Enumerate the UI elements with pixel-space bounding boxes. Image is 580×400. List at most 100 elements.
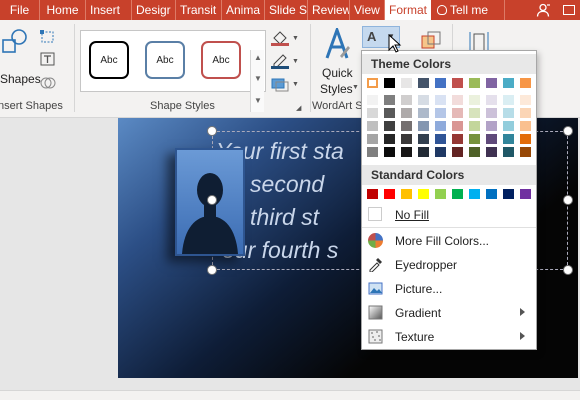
resize-handle[interactable] <box>563 126 573 136</box>
shape-outline-icon[interactable] <box>271 53 289 69</box>
theme-shade-swatch[interactable] <box>503 121 514 131</box>
theme-shade-swatch[interactable] <box>418 108 429 118</box>
shapes-button[interactable]: Shapes <box>0 26 41 104</box>
tab-animations[interactable]: Anima <box>222 0 265 20</box>
theme-shade-swatch[interactable] <box>469 95 480 105</box>
fill-dropdown-icon[interactable]: ▼ <box>292 35 299 42</box>
theme-shade-swatch[interactable] <box>418 147 429 157</box>
shape-styles-launcher-icon[interactable]: ◢ <box>296 104 301 112</box>
theme-shade-swatch[interactable] <box>503 147 514 157</box>
theme-shade-swatch[interactable] <box>469 121 480 131</box>
resize-handle[interactable] <box>563 265 573 275</box>
resize-handle[interactable] <box>207 265 217 275</box>
tab-review[interactable]: Review <box>308 0 350 20</box>
theme-shade-swatch[interactable] <box>486 134 497 144</box>
theme-shade-swatch[interactable] <box>367 121 378 131</box>
slide-text-line-3[interactable]: r third st <box>236 204 319 231</box>
theme-shade-swatch[interactable] <box>452 147 463 157</box>
theme-color-swatch[interactable] <box>520 78 531 88</box>
slide-text-line-2[interactable]: r second <box>236 171 324 198</box>
theme-shade-swatch[interactable] <box>520 147 531 157</box>
tab-view[interactable]: View <box>350 0 385 20</box>
theme-shade-swatch[interactable] <box>384 121 395 131</box>
theme-shade-swatch[interactable] <box>418 134 429 144</box>
theme-shade-swatch[interactable] <box>452 121 463 131</box>
no-fill-item[interactable]: No Fill <box>362 203 536 227</box>
theme-shade-swatch[interactable] <box>486 121 497 131</box>
theme-shade-swatch[interactable] <box>520 134 531 144</box>
theme-shade-swatch[interactable] <box>435 134 446 144</box>
tab-format[interactable]: Format <box>385 0 431 20</box>
tab-transitions[interactable]: Transit <box>176 0 222 20</box>
theme-shade-swatch[interactable] <box>452 108 463 118</box>
theme-color-swatch[interactable] <box>384 78 395 88</box>
theme-color-swatch[interactable] <box>401 78 412 88</box>
tab-design[interactable]: Desigr <box>132 0 176 20</box>
standard-color-swatch[interactable] <box>418 189 429 199</box>
shape-effects-icon[interactable] <box>271 76 289 92</box>
merge-shapes-icon[interactable] <box>40 76 56 90</box>
theme-shade-swatch[interactable] <box>401 95 412 105</box>
theme-shade-swatch[interactable] <box>486 147 497 157</box>
shape-styles-gallery[interactable]: Abc Abc Abc <box>80 30 266 92</box>
theme-shade-swatch[interactable] <box>384 108 395 118</box>
resize-handle[interactable] <box>207 126 217 136</box>
theme-shade-swatch[interactable] <box>435 121 446 131</box>
theme-shade-swatch[interactable] <box>503 108 514 118</box>
theme-shade-swatch[interactable] <box>401 108 412 118</box>
tab-file[interactable]: File <box>0 0 40 20</box>
tab-home[interactable]: Home <box>40 0 86 20</box>
effects-dropdown-icon[interactable]: ▼ <box>292 81 299 88</box>
gallery-more-icon[interactable]: ▼ <box>254 96 262 105</box>
standard-color-swatch[interactable] <box>520 189 531 199</box>
theme-shade-swatch[interactable] <box>520 95 531 105</box>
standard-color-swatch[interactable] <box>367 189 378 199</box>
quick-styles-dropdown-icon[interactable]: ▼ <box>352 84 359 91</box>
texture-item[interactable]: Texture <box>362 325 536 349</box>
standard-color-swatch[interactable] <box>401 189 412 199</box>
theme-shade-swatch[interactable] <box>486 108 497 118</box>
theme-shade-swatch[interactable] <box>401 121 412 131</box>
eyedropper-item[interactable]: Eyedropper <box>362 253 536 277</box>
theme-shade-swatch[interactable] <box>452 134 463 144</box>
theme-shade-swatch[interactable] <box>435 95 446 105</box>
standard-color-swatch[interactable] <box>486 189 497 199</box>
theme-shade-swatch[interactable] <box>520 121 531 131</box>
shape-fill-icon[interactable] <box>271 30 289 46</box>
shape-style-red[interactable]: Abc <box>201 41 241 79</box>
quick-styles-button[interactable]: Quick Styles <box>316 26 360 110</box>
theme-color-swatch[interactable] <box>418 78 429 88</box>
theme-color-swatch[interactable] <box>367 78 378 88</box>
theme-color-swatch[interactable] <box>435 78 446 88</box>
resize-handle[interactable] <box>207 195 217 205</box>
theme-shade-swatch[interactable] <box>503 95 514 105</box>
theme-shade-swatch[interactable] <box>435 108 446 118</box>
theme-shade-swatch[interactable] <box>384 134 395 144</box>
resize-handle[interactable] <box>563 195 573 205</box>
gallery-up-icon[interactable]: ▲ <box>254 53 262 62</box>
gallery-scrollbar[interactable]: ▲ ▼ ▼ <box>250 50 264 112</box>
theme-color-swatch[interactable] <box>503 78 514 88</box>
more-fill-colors-item[interactable]: More Fill Colors... <box>362 229 536 253</box>
theme-shade-swatch[interactable] <box>367 95 378 105</box>
standard-color-swatch[interactable] <box>435 189 446 199</box>
theme-shade-swatch[interactable] <box>367 108 378 118</box>
standard-color-swatch[interactable] <box>469 189 480 199</box>
theme-shade-swatch[interactable] <box>469 108 480 118</box>
gallery-down-icon[interactable]: ▼ <box>254 74 262 83</box>
theme-shade-swatch[interactable] <box>452 95 463 105</box>
theme-color-swatch[interactable] <box>469 78 480 88</box>
theme-shade-swatch[interactable] <box>401 147 412 157</box>
outline-dropdown-icon[interactable]: ▼ <box>292 58 299 65</box>
standard-color-swatch[interactable] <box>503 189 514 199</box>
theme-shade-swatch[interactable] <box>469 147 480 157</box>
edit-shape-icon[interactable] <box>40 30 56 44</box>
theme-shade-swatch[interactable] <box>435 147 446 157</box>
theme-shade-swatch[interactable] <box>418 121 429 131</box>
shape-style-blue[interactable]: Abc <box>145 41 185 79</box>
theme-shade-swatch[interactable] <box>367 147 378 157</box>
standard-color-swatch[interactable] <box>384 189 395 199</box>
theme-shade-swatch[interactable] <box>486 95 497 105</box>
theme-shade-swatch[interactable] <box>384 95 395 105</box>
theme-shade-swatch[interactable] <box>367 134 378 144</box>
